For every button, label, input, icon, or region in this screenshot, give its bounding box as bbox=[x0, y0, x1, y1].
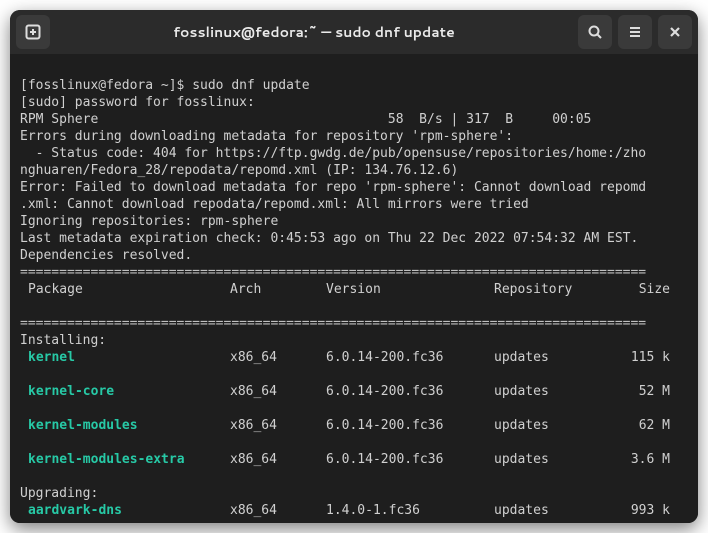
sudo-prompt: [sudo] password for fosslinux: bbox=[20, 95, 255, 110]
hamburger-icon bbox=[627, 24, 643, 40]
error-line: Error: Failed to download metadata for r… bbox=[20, 180, 646, 195]
rpm-sphere-line: RPM Sphere 58 B/s | 317 B 00:05 bbox=[20, 112, 591, 127]
metadata-line: Last metadata expiration check: 0:45:53 … bbox=[20, 231, 638, 246]
table-row: kernel-modules-extrax86_646.0.14-200.fc3… bbox=[20, 451, 688, 468]
divider: ========================================… bbox=[20, 265, 646, 280]
error-line: Errors during downloading metadata for r… bbox=[20, 129, 513, 144]
table-row: kernel-corex86_646.0.14-200.fc36updates5… bbox=[20, 383, 688, 400]
table-row: kernelx86_646.0.14-200.fc36updates115 k bbox=[20, 349, 688, 366]
error-line: - Status code: 404 for https://ftp.gwdg.… bbox=[20, 146, 646, 161]
section-upgrading: Upgrading: bbox=[20, 486, 98, 501]
table-header: PackageArchVersionRepositorySize bbox=[20, 281, 688, 298]
close-icon bbox=[667, 24, 683, 40]
header-size: Size bbox=[614, 281, 670, 298]
search-icon bbox=[587, 24, 603, 40]
divider: ========================================… bbox=[20, 316, 646, 331]
table-row: aardvark-dnsx86_641.4.0-1.fc36updates993… bbox=[20, 502, 688, 519]
close-button[interactable] bbox=[658, 15, 692, 49]
window-title: fosslinux@fedora:~ — sudo dnf update bbox=[56, 22, 572, 42]
section-installing: Installing: bbox=[20, 333, 106, 348]
error-line: nghuaren/Fedora_28/repodata/repomd.xml (… bbox=[20, 163, 458, 178]
terminal-window: fosslinux@fedora:~ — sudo dnf update [fo… bbox=[10, 10, 698, 523]
header-version: Version bbox=[326, 281, 494, 298]
table-row: kernel-modulesx86_646.0.14-200.fc36updat… bbox=[20, 417, 688, 434]
header-package: Package bbox=[20, 281, 230, 298]
dependencies-line: Dependencies resolved. bbox=[20, 248, 192, 263]
new-tab-button[interactable] bbox=[16, 15, 50, 49]
plus-box-icon bbox=[25, 24, 41, 40]
titlebar: fosslinux@fedora:~ — sudo dnf update bbox=[10, 10, 698, 54]
command-text: sudo dnf update bbox=[192, 78, 309, 93]
search-button[interactable] bbox=[578, 15, 612, 49]
error-line: .xml: Cannot download repodata/repomd.xm… bbox=[20, 197, 529, 212]
header-arch: Arch bbox=[230, 281, 326, 298]
terminal-output[interactable]: [fosslinux@fedora ~]$ sudo dnf update [s… bbox=[10, 54, 698, 523]
header-repository: Repository bbox=[494, 281, 614, 298]
menu-button[interactable] bbox=[618, 15, 652, 49]
ignore-line: Ignoring repositories: rpm-sphere bbox=[20, 214, 278, 229]
shell-prompt: [fosslinux@fedora ~]$ bbox=[20, 78, 192, 93]
